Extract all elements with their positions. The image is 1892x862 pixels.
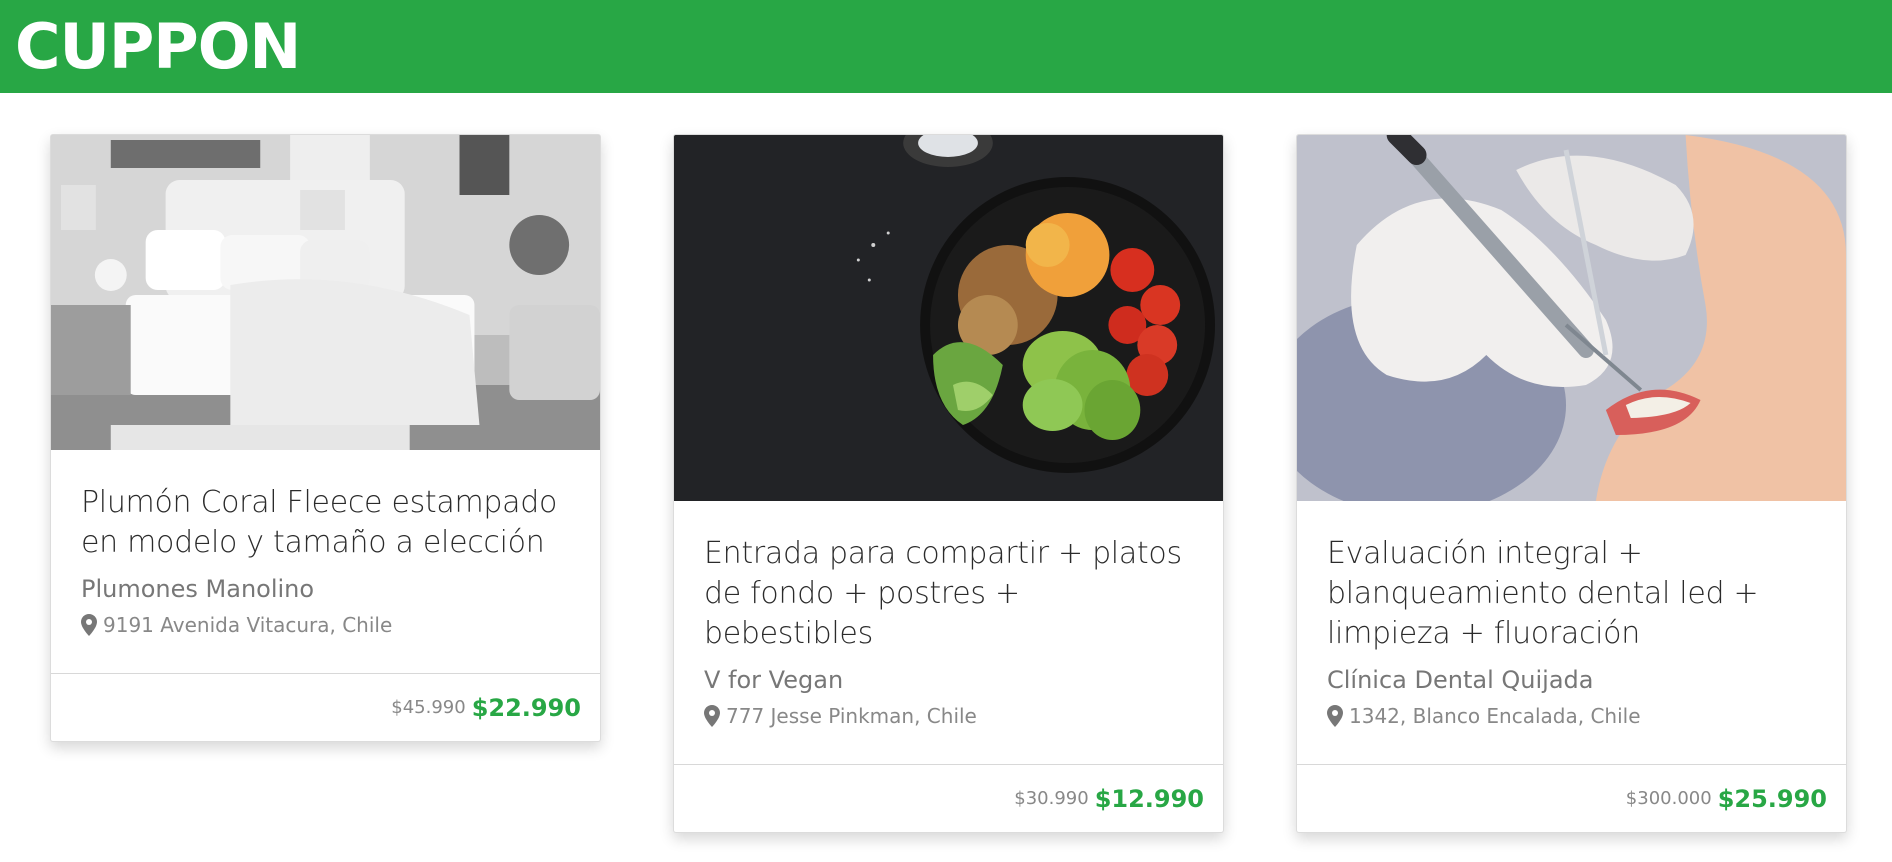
map-marker-icon bbox=[704, 705, 720, 727]
deal-image-dental[interactable] bbox=[1297, 135, 1846, 501]
deal-new-price: $22.990 bbox=[471, 693, 581, 722]
brand-logo[interactable]: CUPPON bbox=[15, 15, 301, 78]
deal-address: 1342, Blanco Encalada, Chile bbox=[1327, 703, 1816, 729]
deal-card[interactable]: Evaluación integral + blanqueamiento den… bbox=[1296, 134, 1847, 833]
map-marker-icon bbox=[81, 614, 97, 636]
deal-address-text: 1342, Blanco Encalada, Chile bbox=[1349, 704, 1641, 728]
deal-address: 777 Jesse Pinkman, Chile bbox=[704, 703, 1193, 729]
deal-image-bedroom[interactable] bbox=[51, 135, 600, 450]
deal-old-price: $300.000 bbox=[1625, 788, 1712, 809]
deal-title[interactable]: Entrada para compartir + platos de fondo… bbox=[704, 534, 1193, 654]
map-marker-icon bbox=[1327, 705, 1343, 727]
deals-grid: Plumón Coral Fleece estampado en modelo … bbox=[0, 93, 1892, 862]
deal-address-text: 9191 Avenida Vitacura, Chile bbox=[103, 613, 393, 637]
deal-price-footer: $300.000 $25.990 bbox=[1297, 764, 1846, 832]
deal-title[interactable]: Plumón Coral Fleece estampado en modelo … bbox=[81, 483, 570, 563]
deal-price-footer: $45.990 $22.990 bbox=[51, 673, 600, 741]
deal-address-text: 777 Jesse Pinkman, Chile bbox=[726, 704, 977, 728]
deal-merchant: V for Vegan bbox=[704, 666, 844, 694]
deal-merchant: Plumones Manolino bbox=[81, 575, 315, 603]
deal-image-vegan-bowl[interactable] bbox=[674, 135, 1223, 501]
deal-title[interactable]: Evaluación integral + blanqueamiento den… bbox=[1327, 534, 1816, 654]
deal-old-price: $30.990 bbox=[1014, 788, 1089, 809]
deal-new-price: $12.990 bbox=[1094, 784, 1204, 813]
deal-address: 9191 Avenida Vitacura, Chile bbox=[81, 612, 570, 638]
deal-old-price: $45.990 bbox=[391, 697, 466, 718]
deal-new-price: $25.990 bbox=[1717, 784, 1827, 813]
deal-merchant: Clínica Dental Quijada bbox=[1327, 666, 1594, 694]
top-navbar: CUPPON bbox=[0, 0, 1892, 93]
deal-card[interactable]: Entrada para compartir + platos de fondo… bbox=[673, 134, 1224, 833]
deal-price-footer: $30.990 $12.990 bbox=[674, 764, 1223, 832]
deal-card[interactable]: Plumón Coral Fleece estampado en modelo … bbox=[50, 134, 601, 742]
